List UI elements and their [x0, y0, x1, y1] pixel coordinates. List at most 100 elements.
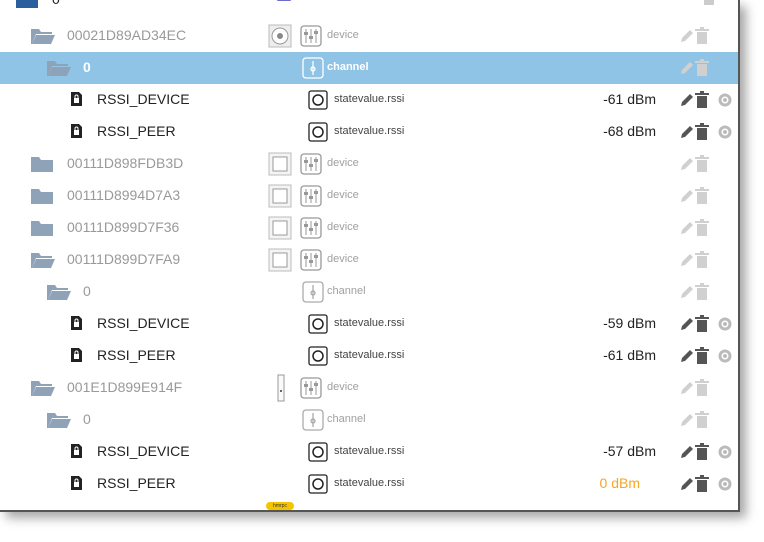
tree-row-label: RSSI_DEVICE	[97, 91, 190, 107]
folder-icon	[30, 186, 54, 211]
gear-icon[interactable]	[716, 123, 734, 146]
tree-row[interactable]: RSSI_DEVICE statevalue.rssi -61 dBm	[0, 84, 738, 116]
tree-row[interactable]: 0 channel	[0, 52, 738, 84]
tree-row[interactable]: 00021D89AD34EC device	[0, 20, 738, 52]
tree-row-label: 00111D899D7F36	[67, 219, 180, 235]
tree-row[interactable]: RSSI_PEER statevalue.rssi 0 dBm	[0, 468, 738, 500]
device-image	[276, 374, 286, 407]
tree-row-top[interactable]: 0	[0, 0, 738, 16]
delete-icon[interactable]	[694, 475, 710, 498]
device-image	[268, 248, 292, 277]
tree-row-label: 0	[83, 283, 91, 299]
delete-icon[interactable]	[694, 411, 710, 434]
tree-row-role: device	[327, 189, 359, 201]
tree-row[interactable]: 00111D898FDB3D device	[0, 148, 738, 180]
state-icon	[308, 474, 328, 499]
tree-row-label: 0	[83, 411, 91, 427]
device-image	[268, 24, 292, 53]
channel-icon	[302, 409, 324, 436]
device-image	[268, 184, 292, 213]
tree-row-label: 0	[83, 59, 91, 75]
tree-row-label: RSSI_PEER	[97, 123, 176, 139]
tree-row-role: statevalue.rssi	[334, 445, 405, 457]
tree-row-role: statevalue.rssi	[334, 349, 405, 361]
tree-row[interactable]: 00111D8994D7A3 device	[0, 180, 738, 212]
device-icon	[300, 25, 322, 52]
channel-icon	[302, 57, 324, 84]
tree-row-role: channel	[327, 285, 366, 297]
delete-icon[interactable]	[694, 283, 710, 306]
tree-row-role: device	[327, 29, 359, 41]
tree-row[interactable]: RSSI_DEVICE statevalue.rssi -59 dBm	[0, 308, 738, 340]
gear-icon[interactable]	[716, 475, 734, 498]
delete-icon[interactable]	[694, 91, 710, 114]
delete-icon[interactable]	[694, 347, 710, 370]
tree-row-role: device	[327, 381, 359, 393]
state-icon	[308, 122, 328, 147]
gear-icon[interactable]	[716, 315, 734, 338]
device-image	[268, 152, 292, 181]
structure-icon	[277, 0, 291, 1]
tree-row-role: device	[327, 253, 359, 265]
state-value: -59 dBm	[603, 315, 656, 331]
state-value: -61 dBm	[603, 91, 656, 107]
footer-text: roll	[110, 508, 127, 510]
delete-icon[interactable]	[694, 123, 710, 146]
lock-file-icon	[68, 90, 84, 113]
delete-icon[interactable]	[694, 155, 710, 178]
tree-row-role: device	[327, 157, 359, 169]
lock-file-icon	[68, 442, 84, 465]
lock-file-icon	[68, 314, 84, 337]
state-value: -57 dBm	[603, 443, 656, 459]
tree-row[interactable]: RSSI_PEER statevalue.rssi -68 dBm	[0, 116, 738, 148]
adapter-badge: hmrpc	[266, 502, 294, 510]
state-icon	[308, 90, 328, 115]
gear-icon[interactable]	[716, 91, 734, 114]
tree-row-role: channel	[327, 61, 369, 73]
device-icon	[300, 185, 322, 212]
lock-file-icon	[68, 346, 84, 369]
tree-row-role: statevalue.rssi	[334, 93, 405, 105]
tree-row-label: 00021D89AD34EC	[67, 27, 187, 43]
tree-row-label: 00111D898FDB3D	[67, 155, 184, 171]
tree-row[interactable]: 0 channel	[0, 276, 738, 308]
device-icon	[300, 217, 322, 244]
tree-row-role: channel	[327, 413, 366, 425]
folder-open-icon	[46, 410, 72, 435]
folder-open-icon	[30, 250, 56, 275]
device-icon	[300, 249, 322, 276]
tree-row[interactable]: RSSI_PEER statevalue.rssi -61 dBm	[0, 340, 738, 372]
tree-row-label: 001E1D899E914F	[67, 379, 183, 395]
tree-row[interactable]: 0 channel	[0, 404, 738, 436]
state-icon	[308, 314, 328, 339]
lock-file-icon	[68, 474, 84, 497]
state-value: -61 dBm	[603, 347, 656, 363]
delete-icon[interactable]	[702, 0, 716, 6]
tree-row-role: statevalue.rssi	[334, 317, 405, 329]
tree-row[interactable]: 001E1D899E914F device	[0, 372, 738, 404]
tree-row-label: 0	[52, 0, 60, 7]
delete-icon[interactable]	[694, 379, 710, 402]
delete-icon[interactable]	[694, 27, 710, 50]
device-image	[268, 216, 292, 245]
delete-icon[interactable]	[694, 443, 710, 466]
tree-row-role: device	[327, 221, 359, 233]
device-icon	[300, 377, 322, 404]
object-tree-panel: 0 00021D89AD34EC device 0 channel RSSI_DEVIC…	[0, 0, 740, 512]
tree-row[interactable]: 00111D899D7FA9 device	[0, 244, 738, 276]
folder-open-icon	[16, 0, 38, 8]
tree-row[interactable]: 00111D899D7F36 device	[0, 212, 738, 244]
tree-row[interactable]: RSSI_DEVICE statevalue.rssi -57 dBm	[0, 436, 738, 468]
delete-icon[interactable]	[694, 315, 710, 338]
delete-icon[interactable]	[694, 219, 710, 242]
folder-open-icon	[30, 26, 56, 51]
folder-icon	[30, 218, 54, 243]
gear-icon[interactable]	[716, 347, 734, 370]
delete-icon[interactable]	[694, 59, 710, 82]
delete-icon[interactable]	[694, 251, 710, 274]
tree-row-label: RSSI_DEVICE	[97, 443, 190, 459]
state-value: 0 dBm	[599, 475, 640, 491]
delete-icon[interactable]	[694, 187, 710, 210]
gear-icon[interactable]	[716, 443, 734, 466]
tree-row-label: RSSI_DEVICE	[97, 315, 190, 331]
